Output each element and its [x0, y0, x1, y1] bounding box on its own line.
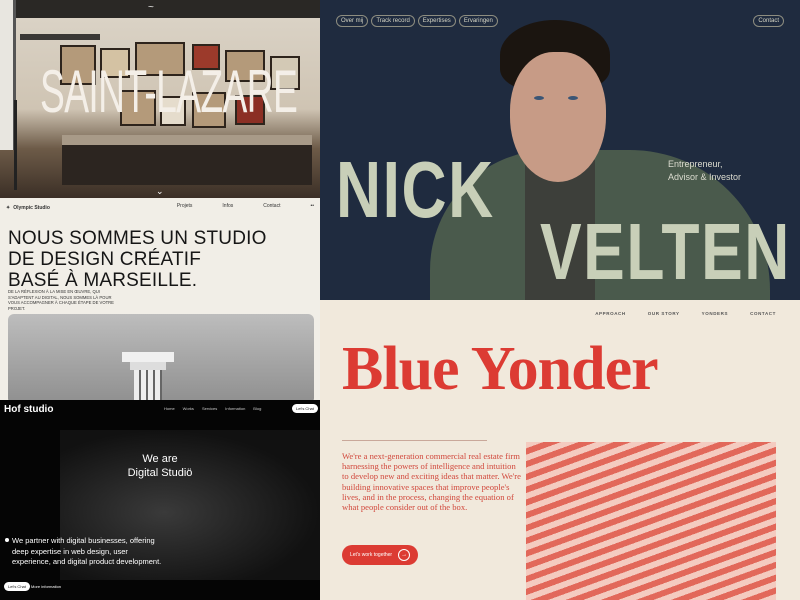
- brand-name: Olympic Studio: [13, 205, 50, 211]
- nav-yonders[interactable]: YONDERS: [702, 311, 728, 316]
- top-nav: Over mij Track record Expertises Ervarin…: [336, 15, 498, 27]
- olympic-studio-panel: ✦ Olympic Studio Projets Infos Contact ••…: [0, 198, 320, 400]
- ceiling-lamp: [20, 34, 100, 40]
- nav-information[interactable]: Information: [225, 406, 245, 411]
- top-nav: Home Works Services Information Blog: [164, 406, 261, 411]
- nick-velten-panel: Over mij Track record Expertises Ervarin…: [320, 0, 800, 300]
- headline: NOUS SOMMES UN STUDIO DE DESIGN CRÉATIF …: [8, 228, 267, 291]
- nav-ervaringen[interactable]: Ervaringen: [458, 15, 498, 27]
- eye: [568, 96, 578, 100]
- portrait-face: [510, 52, 606, 182]
- header: ✦ Olympic Studio Projets Infos Contact ••: [6, 203, 314, 213]
- building-image: [526, 442, 776, 600]
- floor-lamp: [14, 100, 17, 190]
- hero-line-2: Digital Studiö: [127, 467, 193, 479]
- nav-blog[interactable]: Blog: [253, 406, 261, 411]
- intro-text: DE LA RÉFLEXION À LA MISE EN ŒUVRE, QUI …: [8, 289, 114, 311]
- lets-work-together-button[interactable]: Let's work together →: [342, 545, 419, 565]
- hero-image: [8, 314, 314, 400]
- description: We partner with digital businesses, offe…: [12, 536, 162, 566]
- saint-lazare-panel: ~ SAINT-LAZARE ⌄: [0, 0, 320, 198]
- ceiling: [0, 0, 320, 18]
- column-shaft: [134, 370, 162, 400]
- column-capital: [122, 352, 174, 362]
- top-nav: APPROACH OUR STORY YONDERS CONTACT: [595, 311, 776, 316]
- nav-approach[interactable]: APPROACH: [595, 311, 626, 316]
- nav-our-story[interactable]: OUR STORY: [648, 311, 680, 316]
- nav-infos[interactable]: Infos: [222, 203, 233, 213]
- nav-contact[interactable]: Contact: [263, 203, 280, 213]
- headline-line-3: BASÉ À MARSEILLE.: [8, 270, 198, 291]
- hof-logo[interactable]: Hof studio: [4, 404, 53, 415]
- last-name: VELTEN: [540, 207, 791, 296]
- eye: [534, 96, 544, 100]
- headline-line-1: NOUS SOMMES UN STUDIO: [8, 228, 267, 249]
- headline-line-2: DE DESIGN CRÉATIF: [8, 249, 202, 270]
- page-title: SAINT-LAZARE: [40, 58, 298, 125]
- studio-logo-icon: ✦: [6, 205, 11, 211]
- contact-button[interactable]: Contact: [753, 15, 784, 27]
- menu-dots-icon[interactable]: ••: [310, 203, 314, 213]
- nav-contact[interactable]: CONTACT: [750, 311, 776, 316]
- lets-chat-button-bottom[interactable]: Let's Chat: [4, 582, 30, 591]
- nav-home[interactable]: Home: [164, 406, 175, 411]
- column-neck: [130, 362, 166, 370]
- brand[interactable]: ✦ Olympic Studio: [6, 203, 50, 213]
- hero-line-1: We are: [142, 453, 178, 465]
- nav-expertises[interactable]: Expertises: [417, 15, 456, 27]
- nav-track-record[interactable]: Track record: [371, 15, 415, 27]
- nav-services[interactable]: Services: [202, 406, 217, 411]
- nav-over-mij[interactable]: Over mij: [336, 15, 369, 27]
- hof-studio-panel: Hof studio Home Works Services Informati…: [0, 400, 320, 600]
- role-text: Entrepreneur, Advisor & Investor: [668, 158, 741, 184]
- top-nav: Projets Infos Contact ••: [177, 203, 314, 213]
- intro-paragraph: We're a next-generation commercial real …: [342, 451, 521, 513]
- button-label: Let's work together: [350, 552, 393, 558]
- hero-title: We are Digital Studiö: [0, 452, 320, 480]
- divider: [342, 440, 487, 441]
- arrow-right-icon: →: [398, 549, 411, 561]
- chevron-down-icon[interactable]: ⌄: [156, 186, 164, 197]
- nav-projets[interactable]: Projets: [177, 203, 193, 213]
- role-line-1: Entrepreneur,: [668, 159, 723, 169]
- cabinet: [62, 145, 312, 185]
- lets-chat-button[interactable]: Let's Chat: [292, 404, 318, 413]
- role-line-2: Advisor & Investor: [668, 172, 742, 182]
- nav-works[interactable]: Works: [183, 406, 194, 411]
- page-title: Blue Yonder: [342, 335, 659, 403]
- more-information-link[interactable]: More information: [31, 584, 61, 589]
- blue-yonder-panel: APPROACH OUR STORY YONDERS CONTACT Blue …: [320, 300, 800, 600]
- first-name: NICK: [336, 145, 495, 234]
- bullet-icon: [5, 538, 9, 542]
- bird-logo[interactable]: ~: [148, 2, 154, 13]
